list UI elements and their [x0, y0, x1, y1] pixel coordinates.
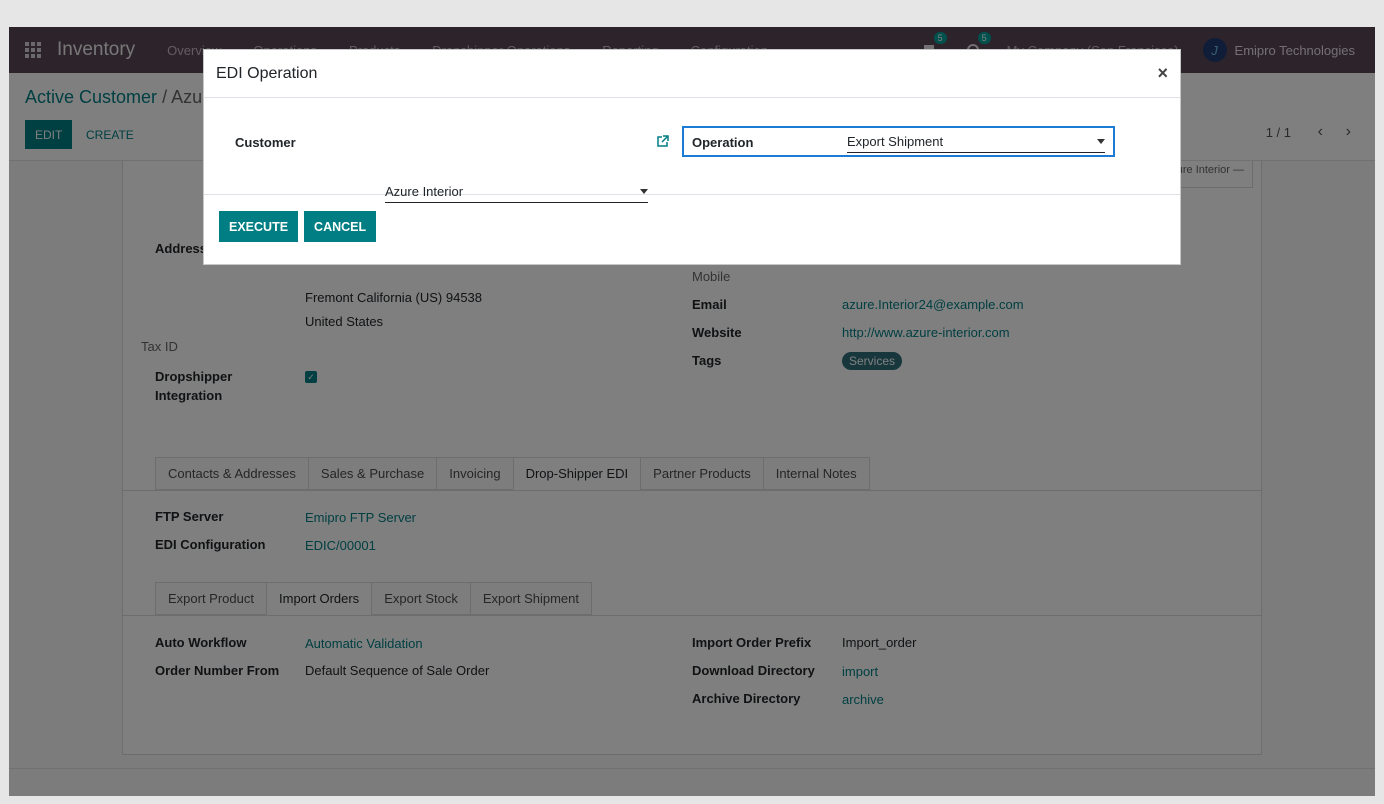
chevron-down-icon [1097, 139, 1105, 144]
customer-label: Customer [235, 135, 296, 150]
close-icon[interactable]: × [1157, 63, 1168, 84]
operation-value: Export Shipment [847, 134, 944, 149]
operation-select[interactable]: Export Shipment [847, 131, 1105, 153]
cancel-button[interactable]: CANCEL [304, 211, 377, 242]
external-link-icon[interactable] [656, 135, 669, 151]
customer-value: Azure Interior [385, 184, 464, 199]
modal-footer: EXECUTE CANCEL [204, 195, 1180, 258]
edi-operation-dialog: EDI Operation × Customer Azure Interior … [203, 49, 1181, 265]
execute-button[interactable]: EXECUTE [219, 211, 299, 242]
modal-body: Customer Azure Interior Operation Export… [204, 98, 1180, 203]
operation-label: Operation [692, 135, 754, 150]
modal-header: EDI Operation × [204, 50, 1180, 98]
chevron-down-icon [640, 189, 648, 194]
modal-title: EDI Operation [216, 64, 318, 82]
customer-select[interactable]: Azure Interior [385, 181, 648, 203]
